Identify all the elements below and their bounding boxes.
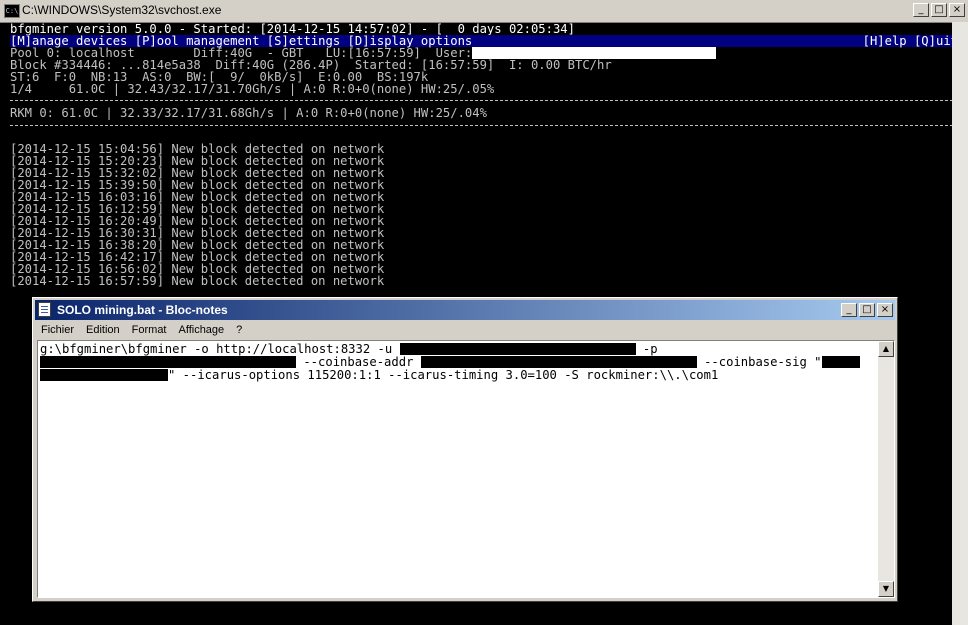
notepad-icon xyxy=(38,302,51,317)
console-icon: C:\ xyxy=(4,4,20,18)
notepad-title: SOLO mining.bat - Bloc-notes xyxy=(57,303,228,317)
redacted-block xyxy=(40,356,296,368)
menu-help-quit: [H]elp [Q]uit xyxy=(862,34,958,48)
text-segment: --coinbase-addr xyxy=(303,355,414,369)
maximize-button[interactable]: □ xyxy=(931,3,947,17)
maximize-button[interactable]: □ xyxy=(859,303,875,317)
separator xyxy=(10,100,958,101)
menu-edition[interactable]: Edition xyxy=(80,321,126,339)
notepad-text-area[interactable]: g:\bfgminer\bfgminer -o http://localhost… xyxy=(37,340,895,598)
redacted-block xyxy=(821,356,860,368)
minimize-button[interactable]: _ xyxy=(841,303,857,317)
device-line: RKM 0: 61.0C | 32.33/32.17/31.68Gh/s | A… xyxy=(10,106,487,120)
menu-format[interactable]: Format xyxy=(126,321,173,339)
console-titlebar[interactable]: C:\ C:\WINDOWS\System32\svchost.exe _ □ … xyxy=(0,0,968,23)
separator xyxy=(10,125,958,126)
text-segment: g:\bfgminer\bfgminer -o http://localhost… xyxy=(40,342,393,356)
scroll-down-button[interactable]: ▼ xyxy=(878,581,894,597)
menu-help[interactable]: ? xyxy=(230,321,248,339)
redacted-block xyxy=(40,369,168,381)
notepad-scrollbar[interactable]: ▲ ▼ xyxy=(878,341,894,597)
text-segment: -p xyxy=(642,342,658,356)
minimize-button[interactable]: _ xyxy=(913,3,929,17)
text-line-3: " --icarus-options 115200:1:1 --icarus-t… xyxy=(40,369,718,382)
menu-affichage[interactable]: Affichage xyxy=(173,321,231,339)
console-title: C:\WINDOWS\System32\svchost.exe xyxy=(22,3,222,17)
notepad-menubar: Fichier Edition Format Affichage ? xyxy=(35,321,895,339)
redacted-block xyxy=(420,356,697,368)
redacted-block xyxy=(399,343,636,355)
menu-fichier[interactable]: Fichier xyxy=(35,321,80,339)
close-button[interactable]: × xyxy=(949,3,965,17)
console-scrollbar[interactable] xyxy=(952,22,968,625)
summary-line: 1/4 61.0C | 32.43/32.17/31.70Gh/s | A:0 … xyxy=(10,82,495,96)
text-segment: " --icarus-options 115200:1:1 --icarus-t… xyxy=(168,368,719,382)
close-button[interactable]: × xyxy=(877,303,893,317)
scroll-up-button[interactable]: ▲ xyxy=(878,341,894,357)
notepad-titlebar[interactable]: SOLO mining.bat - Bloc-notes _ □ × xyxy=(35,300,895,320)
notepad-window[interactable]: SOLO mining.bat - Bloc-notes _ □ × Fichi… xyxy=(32,297,898,602)
text-segment: --coinbase-sig " xyxy=(704,355,822,369)
log-line: [2014-12-15 16:57:59] New block detected… xyxy=(10,274,385,288)
